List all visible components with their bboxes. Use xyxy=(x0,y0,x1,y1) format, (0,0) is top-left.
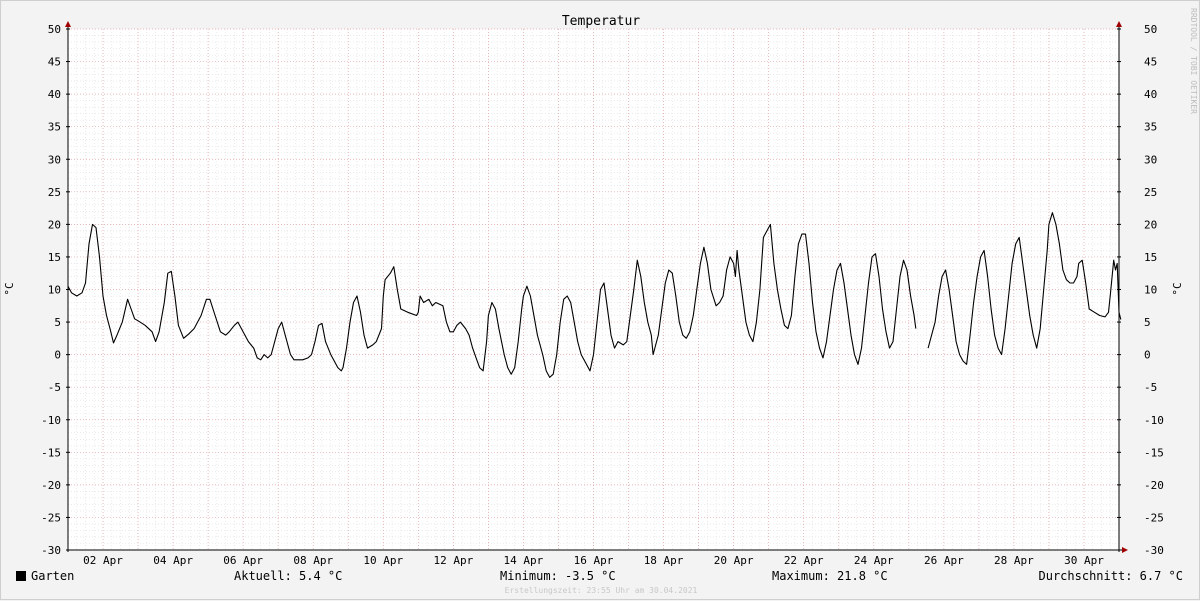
y-tick-label: 45 xyxy=(48,56,61,69)
y-tick-label: -25 xyxy=(41,511,61,524)
stat-current: Aktuell: 5.4 °C xyxy=(234,569,343,583)
creation-timestamp: Erstellungszeit: 23:55 Uhr am 30.04.2021 xyxy=(504,586,698,595)
y-tick-label: 25 xyxy=(1144,186,1157,199)
y-tick-label: -5 xyxy=(1144,381,1157,394)
stat-maximum: Maximum: 21.8 °C xyxy=(772,569,888,583)
y-tick-label: 35 xyxy=(1144,121,1157,134)
y-axis-arrow-right xyxy=(1116,21,1122,27)
x-tick-label: 14 Apr xyxy=(504,554,544,567)
legend-swatch-garten xyxy=(16,571,26,581)
x-tick-label: 16 Apr xyxy=(574,554,614,567)
y-tick-label: 25 xyxy=(48,186,61,199)
y-tick-label: -5 xyxy=(48,381,61,394)
x-tick-label: 04 Apr xyxy=(153,554,193,567)
x-tick-label: 06 Apr xyxy=(223,554,263,567)
y-tick-label: -20 xyxy=(41,479,61,492)
y-tick-label: 0 xyxy=(54,349,61,362)
stat-minimum: Minimum: -3.5 °C xyxy=(500,569,616,583)
y-tick-label: 20 xyxy=(48,218,61,231)
y-tick-label: 20 xyxy=(1144,218,1157,231)
y-tick-label: 35 xyxy=(48,121,61,134)
x-tick-label: 18 Apr xyxy=(644,554,684,567)
y-axis-label-right: °C xyxy=(1171,282,1184,295)
x-tick-label: 22 Apr xyxy=(784,554,824,567)
y-tick-label: 30 xyxy=(1144,153,1157,166)
x-tick-label: 30 Apr xyxy=(1064,554,1104,567)
chart-title: Temperatur xyxy=(562,14,640,29)
y-tick-label: -20 xyxy=(1144,479,1164,492)
x-tick-label: 08 Apr xyxy=(293,554,333,567)
y-tick-label: 15 xyxy=(48,251,61,264)
x-axis-arrow xyxy=(1122,547,1128,553)
x-tick-label: 02 Apr xyxy=(83,554,123,567)
y-tick-label: 40 xyxy=(1144,88,1157,101)
rrdtool-watermark: RRDTOOL / TOBI OETIKER xyxy=(1189,8,1198,114)
y-tick-label: -30 xyxy=(1144,544,1164,557)
y-tick-label: -15 xyxy=(1144,446,1164,459)
y-tick-label: 50 xyxy=(48,23,61,36)
y-axis-arrow-left xyxy=(65,21,71,27)
y-tick-label: 10 xyxy=(1144,284,1157,297)
x-tick-label: 10 Apr xyxy=(363,554,403,567)
legend-label-garten: Garten xyxy=(31,569,75,583)
stat-average: Durchschnitt: 6.7 °C xyxy=(1038,569,1184,583)
x-tick-label: 12 Apr xyxy=(433,554,473,567)
chart-frame: 50 45 40 35 30 25 20 15 10 5 0 -5 -10 -15 -20 -25 -30 50… xyxy=(0,0,1200,600)
x-tick-labels: 02 Apr 04 Apr 06 Apr 08 Apr 10 Apr 12 Apr 14 A… xyxy=(83,554,1104,567)
y-tick-label: -15 xyxy=(41,446,61,459)
y-tick-label: -10 xyxy=(1144,414,1164,427)
x-tick-label: 26 Apr xyxy=(924,554,964,567)
y-tick-label: 5 xyxy=(54,316,61,329)
x-tick-label: 28 Apr xyxy=(994,554,1034,567)
x-tick-label: 20 Apr xyxy=(714,554,754,567)
y-tick-label: -10 xyxy=(41,414,61,427)
y-tick-label: -30 xyxy=(41,544,61,557)
temperature-chart: 50454035302520151050-5-10-15-20-25-30 50… xyxy=(3,8,1198,567)
y-tick-label: 45 xyxy=(1144,56,1157,69)
y-tick-label: 0 xyxy=(1144,349,1151,362)
y-tick-label: 40 xyxy=(48,88,61,101)
y-tick-label: 50 xyxy=(1144,23,1157,36)
x-tick-label: 24 Apr xyxy=(854,554,894,567)
y-tick-labels-left: 50454035302520151050-5-10-15-20-25-30 xyxy=(41,23,61,557)
y-tick-label: 5 xyxy=(1144,316,1151,329)
y-tick-labels-right: 50454035302520151050-5-10-15-20-25-30 xyxy=(1144,23,1164,557)
y-tick-label: 15 xyxy=(1144,251,1157,264)
y-tick-label: -25 xyxy=(1144,511,1164,524)
y-tick-label: 10 xyxy=(48,284,61,297)
y-tick-label: 30 xyxy=(48,153,61,166)
y-axis-label-left: °C xyxy=(3,282,16,295)
